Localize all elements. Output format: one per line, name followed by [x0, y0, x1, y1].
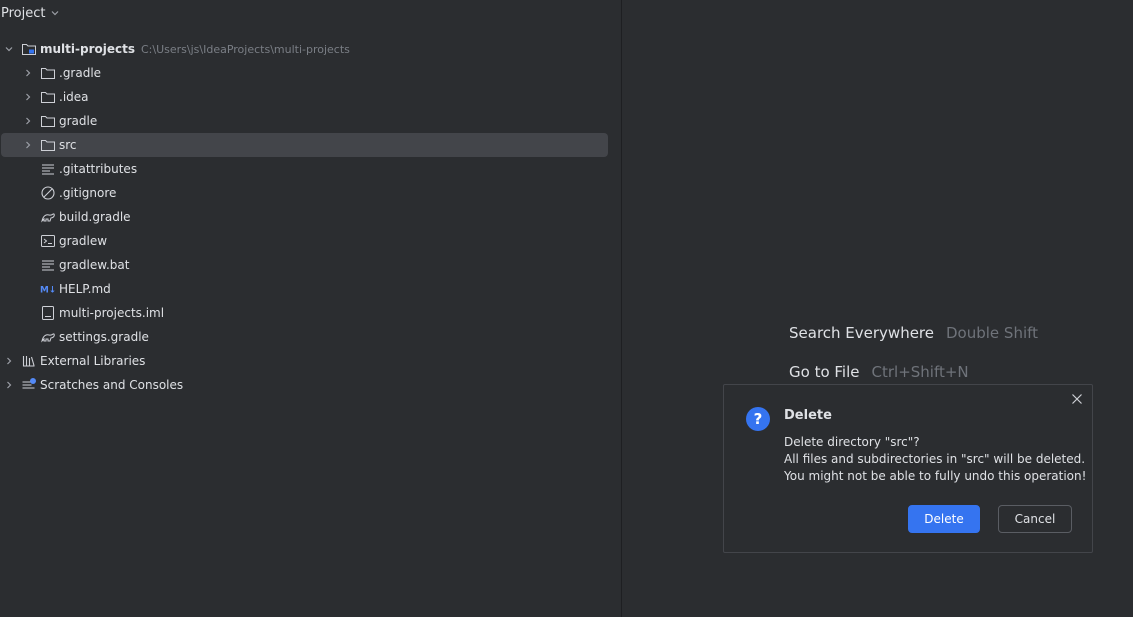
- tree-item-gradle-folder[interactable]: gradle: [20, 109, 608, 133]
- module-folder-icon: [21, 41, 37, 57]
- dialog-title: Delete: [784, 408, 832, 423]
- hint-action: Search Everywhere: [789, 324, 934, 342]
- panel-divider[interactable]: [621, 0, 622, 617]
- iml-file-icon: [40, 305, 56, 321]
- tree-item-label: External Libraries: [40, 354, 146, 368]
- tree-item-label: HELP.md: [59, 282, 111, 296]
- delete-button[interactable]: Delete: [908, 505, 980, 533]
- tree-item-label: build.gradle: [59, 210, 131, 224]
- project-panel-header[interactable]: Project: [0, 0, 60, 26]
- tree-root-row[interactable]: multi-projects C:\Users\js\IdeaProjects\…: [1, 37, 608, 61]
- ignore-file-icon: [40, 185, 56, 201]
- chevron-down-icon[interactable]: [50, 8, 60, 18]
- chevron-right-icon[interactable]: [20, 137, 36, 153]
- gradle-icon: [40, 329, 56, 345]
- folder-icon: [40, 113, 56, 129]
- project-panel: Project multi-projects C:\Users\js\IdeaP…: [0, 0, 621, 617]
- folder-icon: [40, 137, 56, 153]
- tree-item-label: gradlew: [59, 234, 108, 248]
- cancel-button[interactable]: Cancel: [998, 505, 1072, 533]
- panel-title: Project: [1, 5, 46, 21]
- tree-item-label: settings.gradle: [59, 330, 149, 344]
- dialog-message-line: Delete directory "src"?: [784, 435, 920, 449]
- tree-item-gradlew[interactable]: gradlew: [40, 229, 608, 253]
- gradle-icon: [40, 209, 56, 225]
- tree-item-iml[interactable]: multi-projects.iml: [40, 301, 608, 325]
- chevron-right-icon[interactable]: [20, 89, 36, 105]
- tree-item-label: .idea: [59, 90, 89, 104]
- tree-item-gradlew-bat[interactable]: gradlew.bat: [40, 253, 608, 277]
- tree-item-external-libraries[interactable]: External Libraries: [1, 349, 608, 373]
- close-icon[interactable]: [1070, 392, 1084, 406]
- tree-item-label: .gitattributes: [59, 162, 138, 176]
- folder-icon: [40, 65, 56, 81]
- tree-item-gitignore[interactable]: .gitignore: [40, 181, 608, 205]
- chevron-right-icon[interactable]: [20, 113, 36, 129]
- chevron-right-icon[interactable]: [1, 377, 17, 393]
- tree-item-help-md[interactable]: M↓ HELP.md: [40, 277, 608, 301]
- hint-go-to-file: Go to File Ctrl+Shift+N: [789, 363, 969, 381]
- dialog-message: Delete directory "src"? All files and su…: [784, 434, 1086, 485]
- tree-item-label: .gitignore: [59, 186, 117, 200]
- hint-shortcut: Ctrl+Shift+N: [871, 363, 969, 381]
- tree-item-label: gradle: [59, 114, 98, 128]
- chevron-down-icon[interactable]: [1, 41, 17, 57]
- root-name: multi-projects: [40, 42, 135, 56]
- libraries-icon: [21, 353, 37, 369]
- delete-dialog: ? Delete Delete directory "src"? All fil…: [723, 384, 1093, 553]
- hint-shortcut: Double Shift: [946, 324, 1039, 342]
- tree-item-scratches[interactable]: Scratches and Consoles: [1, 373, 608, 397]
- text-file-icon: [40, 161, 56, 177]
- tree-item-gradle-dir[interactable]: .gradle: [20, 61, 608, 85]
- question-icon: ?: [746, 407, 770, 431]
- folder-icon: [40, 89, 56, 105]
- chevron-right-icon[interactable]: [20, 65, 36, 81]
- scratches-icon: [21, 377, 37, 393]
- tree-item-label: Scratches and Consoles: [40, 378, 184, 392]
- terminal-file-icon: [40, 233, 56, 249]
- dialog-message-line: All files and subdirectories in "src" wi…: [784, 452, 1086, 466]
- markdown-icon: M↓: [40, 281, 56, 297]
- tree-item-build-gradle[interactable]: build.gradle: [40, 205, 608, 229]
- tree-item-idea-dir[interactable]: .idea: [20, 85, 608, 109]
- tree-item-gitattributes[interactable]: .gitattributes: [40, 157, 608, 181]
- root-path: C:\Users\js\IdeaProjects\multi-projects: [141, 42, 350, 56]
- dialog-message-line: You might not be able to fully undo this…: [784, 469, 1087, 483]
- tree-item-settings-gradle[interactable]: settings.gradle: [40, 325, 608, 349]
- svg-text:M↓: M↓: [40, 286, 56, 296]
- tree-item-label: .gradle: [59, 66, 102, 80]
- tree-item-src[interactable]: src: [1, 133, 608, 157]
- hint-action: Go to File: [789, 363, 860, 381]
- tree-item-label: gradlew.bat: [59, 258, 130, 272]
- text-file-icon: [40, 257, 56, 273]
- chevron-right-icon[interactable]: [1, 353, 17, 369]
- hint-search-everywhere: Search Everywhere Double Shift: [789, 324, 1038, 342]
- tree-item-label: src: [59, 138, 77, 152]
- tree-item-label: multi-projects.iml: [59, 306, 165, 320]
